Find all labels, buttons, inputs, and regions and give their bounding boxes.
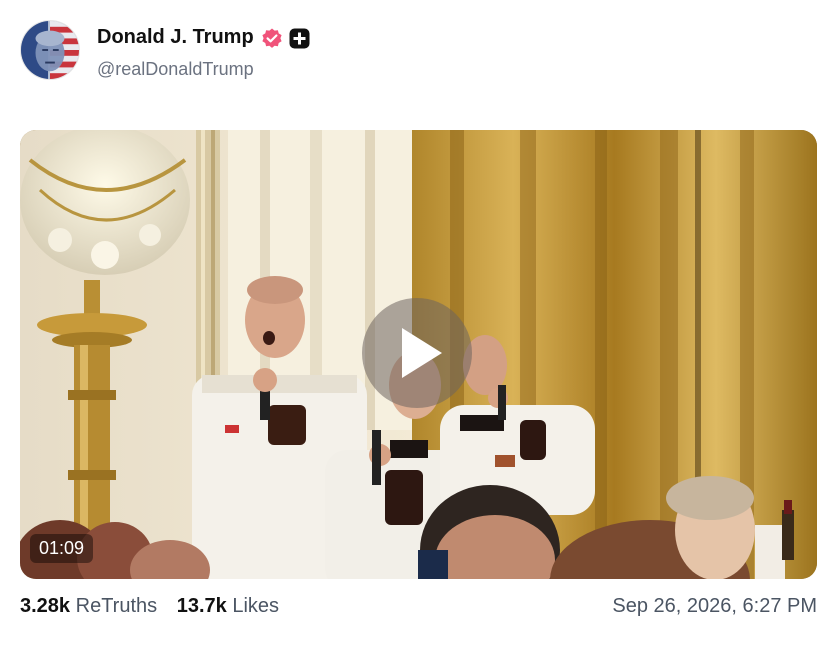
likes-label: Likes	[232, 595, 280, 617]
post-card: Donald J. Trump @realDonaldTrump 01:09 3…	[0, 0, 840, 646]
avatar[interactable]	[20, 20, 80, 80]
play-button[interactable]	[362, 298, 472, 408]
play-icon	[402, 328, 442, 378]
video-duration-badge: 01:09	[30, 534, 94, 563]
post-stats: 3.28k ReTruths 13.7k Likes	[20, 595, 293, 618]
video-player[interactable]: 01:09	[20, 130, 817, 579]
likes-count: 13.7k	[176, 595, 227, 617]
retruths-label: ReTruths	[75, 595, 158, 617]
retruths-stat[interactable]: 3.28k ReTruths	[20, 595, 157, 617]
avatar-image	[21, 21, 79, 79]
retruths-count: 3.28k	[20, 595, 71, 617]
verified-badge-icon	[260, 27, 284, 51]
author-handle[interactable]: @realDonaldTrump	[97, 59, 254, 80]
post-timestamp[interactable]: Sep 26, 2026, 6:27 PM	[612, 595, 817, 618]
display-name[interactable]: Donald J. Trump	[97, 26, 254, 49]
likes-stat[interactable]: 13.7k Likes	[177, 595, 279, 617]
plus-badge-icon	[289, 28, 310, 49]
